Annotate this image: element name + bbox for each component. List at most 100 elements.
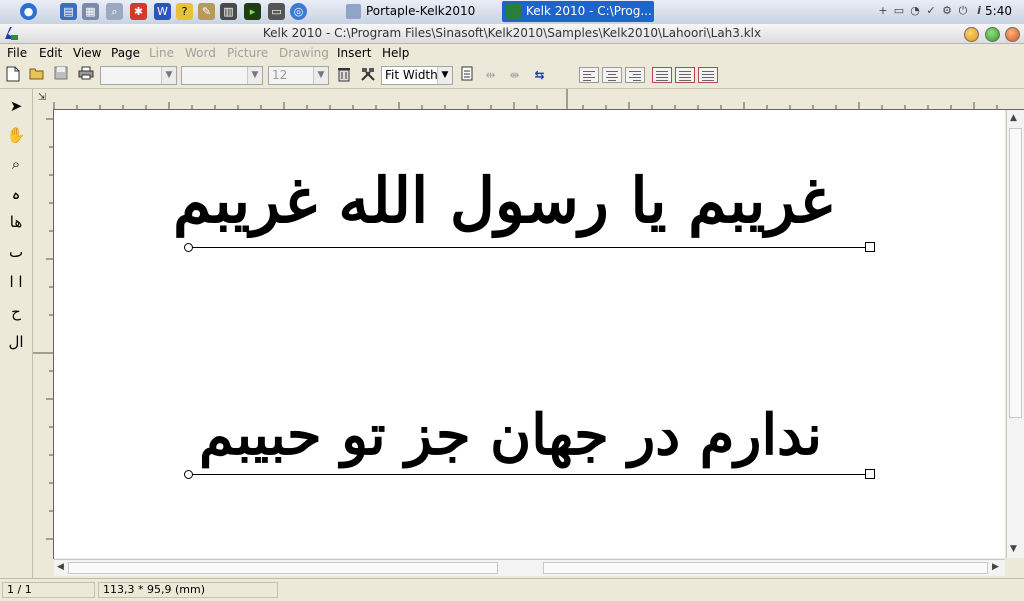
menu-page[interactable]: Page (111, 46, 140, 60)
tools-icon[interactable] (358, 66, 377, 85)
open-folder-icon[interactable] (27, 66, 46, 85)
tool-palette: ➤ ✋ ⌕ ہ ھا ٮ ا ا ح ال (0, 89, 33, 578)
window-icon (346, 4, 361, 19)
justify-center-icon[interactable] (675, 67, 695, 83)
font-name-select[interactable]: ▼ (100, 66, 177, 85)
horizontal-scroll-thumb[interactable] (68, 562, 498, 574)
chevron-down-icon: ▼ (313, 67, 328, 84)
menu-bar: File Edit View Page Line Word Picture Dr… (0, 44, 1024, 63)
close-button[interactable] (1005, 27, 1020, 42)
vertical-scrollbar[interactable]: ▲ ▼ (1006, 110, 1024, 558)
horizontal-scroll-thumb-right[interactable] (543, 562, 988, 574)
document-canvas[interactable]: غریبم یا رسول الله غریبم ندارم در جهان ج… (54, 110, 1005, 558)
vertical-scroll-thumb[interactable] (1009, 128, 1022, 418)
calligraphy-text-line-2: ندارم در جهان جز تو حبیبم (199, 402, 822, 468)
shrink-word-icon[interactable]: ⇼ (505, 66, 524, 85)
minimize-button[interactable] (964, 27, 979, 42)
ruler-corner-icon[interactable]: ⇲ (34, 90, 50, 106)
browser-icon[interactable]: ◎ (290, 3, 307, 20)
scroll-down-icon[interactable]: ▼ (1010, 544, 1017, 554)
menu-word[interactable]: Word (185, 46, 216, 60)
justify-right-icon[interactable] (698, 67, 718, 83)
info-icon[interactable]: i (972, 4, 986, 18)
line-start-handle[interactable] (184, 243, 193, 252)
justify-left-icon[interactable] (652, 67, 672, 83)
baseline-line-1 (188, 247, 869, 248)
horizontal-scrollbar[interactable]: ◀ ▶ (54, 559, 1005, 576)
chevron-down-icon: ▼ (437, 67, 452, 84)
apple-menu-icon[interactable]: ● (20, 3, 37, 20)
ligature-tool-icon[interactable]: ال (4, 331, 28, 353)
search-icon[interactable]: ⌕ (106, 3, 123, 20)
kelk-app-icon (506, 4, 521, 19)
book-icon[interactable]: ▥ (220, 3, 237, 20)
font-size-select[interactable]: 12 ▼ (268, 66, 329, 85)
print-icon[interactable] (76, 66, 95, 85)
delete-icon[interactable] (334, 66, 353, 85)
clock[interactable]: 5:40 (985, 4, 1012, 18)
menu-view[interactable]: View (73, 46, 101, 60)
line-start-handle[interactable] (184, 470, 193, 479)
status-bar: 1 / 1 113,3 * 95,9 (mm) (0, 578, 1024, 601)
menu-edit[interactable]: Edit (39, 46, 62, 60)
task-label: Portaple-Kelk2010 (366, 4, 476, 18)
save-icon[interactable] (51, 66, 70, 85)
connector-tool-icon[interactable]: ٮ (4, 241, 28, 263)
notes-icon[interactable]: ✎ (198, 3, 215, 20)
pointer-icon[interactable]: ➤ (4, 95, 28, 117)
zoom-icon[interactable]: ⌕ (4, 153, 28, 175)
settings-icon[interactable]: ⚙ (940, 4, 954, 18)
network-icon[interactable]: ✓ (924, 4, 938, 18)
add-icon[interactable]: + (876, 4, 890, 18)
zoom-select[interactable]: Fit Width ▼ (381, 66, 453, 85)
scroll-left-icon[interactable]: ◀ (57, 562, 64, 572)
documents-icon[interactable]: ▦ (82, 3, 99, 20)
new-document-icon[interactable] (3, 66, 22, 85)
system-tray: + ▭ ◔ ✓ ⚙ ⏻ i 5:40 (874, 0, 1024, 24)
maximize-button[interactable] (985, 27, 1000, 42)
align-left-icon[interactable] (579, 67, 599, 83)
menu-file[interactable]: File (7, 46, 27, 60)
taskbar: ● ▤ ▦ ⌕ ✱ W ? ✎ ▥ ▸ ▭ ◎ Portaple-Kelk201… (0, 0, 1024, 25)
chevron-down-icon: ▼ (247, 67, 262, 84)
power-icon[interactable]: ⏻ (956, 4, 970, 18)
chevron-down-icon: ▼ (161, 67, 176, 84)
font-size-value: 12 (272, 68, 288, 82)
line-end-handle[interactable] (865, 242, 875, 252)
task-kelk-2010[interactable]: Kelk 2010 - C:\Prog... (502, 1, 654, 22)
task-portable-kelk[interactable]: Portaple-Kelk2010 (342, 1, 492, 22)
text-direction-icon[interactable]: ⇆ (530, 66, 549, 85)
file-manager-icon[interactable]: ▤ (60, 3, 77, 20)
window-title: Kelk 2010 - C:\Program Files\Sinasoft\Ke… (262, 26, 762, 40)
style-select[interactable]: ▼ (181, 66, 263, 85)
jim-tool-icon[interactable]: ح (4, 301, 28, 323)
window-title-bar[interactable]: Kelk 2010 - C:\Program Files\Sinasoft\Ke… (0, 24, 1024, 44)
help-icon[interactable]: ? (176, 3, 193, 20)
menu-line[interactable]: Line (149, 46, 174, 60)
word-icon[interactable]: W (154, 3, 171, 20)
terminal-icon[interactable]: ▸ (244, 3, 261, 20)
horizontal-ruler[interactable] (33, 89, 1024, 110)
wireless-icon[interactable]: ◔ (908, 4, 922, 18)
bug-icon[interactable]: ✱ (130, 3, 147, 20)
page-properties-icon[interactable] (457, 66, 476, 85)
align-center-icon[interactable] (602, 67, 622, 83)
hand-icon[interactable]: ✋ (4, 124, 28, 146)
task-label: Kelk 2010 - C:\Prog... (526, 4, 652, 18)
menu-picture[interactable]: Picture (227, 46, 268, 60)
page-indicator: 1 / 1 (2, 582, 95, 598)
battery-icon[interactable]: ▭ (892, 4, 906, 18)
align-right-icon[interactable] (625, 67, 645, 83)
stretch-word-icon[interactable]: ⇹ (481, 66, 500, 85)
letter-tool-icon[interactable]: ھا (4, 211, 28, 233)
display-icon[interactable]: ▭ (268, 3, 285, 20)
menu-insert[interactable]: Insert (337, 46, 371, 60)
vertical-ruler[interactable] (33, 109, 54, 559)
menu-drawing[interactable]: Drawing (279, 46, 329, 60)
menu-help[interactable]: Help (382, 46, 409, 60)
scroll-right-icon[interactable]: ▶ (992, 562, 999, 572)
line-end-handle[interactable] (865, 469, 875, 479)
alef-tool-icon[interactable]: ا ا (4, 271, 28, 293)
kashida-tool-icon[interactable]: ہ (4, 183, 28, 205)
scroll-up-icon[interactable]: ▲ (1010, 113, 1017, 123)
